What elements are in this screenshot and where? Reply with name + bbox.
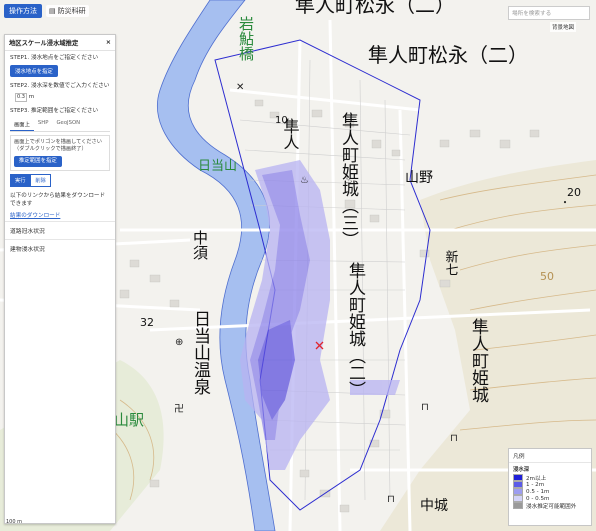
legend-item: 0.5 - 1m	[509, 488, 591, 495]
label-himeki2: 隼人町姫城（二）	[345, 262, 366, 398]
svg-text:卍: 卍	[174, 403, 184, 415]
panel-title: 地区スケール浸水域推定	[9, 40, 79, 47]
set-flood-point-button[interactable]: 浸水地点を指定	[10, 65, 58, 77]
legend-title: 凡例	[509, 449, 591, 463]
legend-caption: 浸水深	[513, 467, 530, 473]
label-shin: 新七	[443, 249, 459, 276]
svg-text:⊓: ⊓	[421, 402, 429, 413]
label-hitoyama: 日当山	[198, 159, 237, 174]
clear-button[interactable]: 削除	[30, 174, 51, 187]
range-tabs: 画面上 SHP GeoJSON	[10, 118, 110, 132]
legend-item: 1 - 2m	[509, 481, 591, 488]
background-map-button[interactable]: 背景地図	[550, 22, 577, 32]
label-yamano: 山野	[405, 170, 433, 186]
legend-item: 浸水推定可能範囲外	[509, 502, 591, 510]
mode-button[interactable]: 操作方法	[4, 4, 42, 18]
road-flood-section[interactable]: 道路冠水状況	[5, 221, 115, 239]
close-icon[interactable]: ×	[106, 39, 111, 46]
tab-shp[interactable]: SHP	[34, 118, 53, 131]
building-flood-section[interactable]: 建物浸水状況	[5, 239, 115, 257]
label-matsunaga-top: 隼人町松永（二）	[295, 0, 455, 17]
top-toolbar: 操作方法 ▤ 防災科研	[4, 4, 89, 18]
draw-instruction: 画面上でポリゴンを描画してください（ダブルクリックで描画終了）	[14, 139, 102, 152]
label-nakajo: 中城	[420, 498, 448, 514]
label-elev-10: 10	[275, 115, 288, 126]
svg-text:⊕: ⊕	[175, 337, 183, 348]
label-matsunaga: 隼人町松永（二）	[368, 43, 528, 67]
scale-bar: 100 m	[6, 519, 23, 525]
legend-item: 2m以上	[509, 474, 591, 482]
label-elev-50: 50	[540, 270, 554, 283]
exec-controls: 実行 削除	[10, 174, 110, 187]
depth-input[interactable]: 0.3	[15, 93, 27, 102]
exec-button[interactable]: 実行	[10, 174, 31, 187]
step2-label: STEP2. 浸水深を数値でご入力ください	[10, 83, 110, 89]
disaster-info-button[interactable]: ▤ 防災科研	[46, 5, 89, 17]
flood-estimation-panel: 地区スケール浸水域推定 × STEP1. 浸水地点をご指定ください 浸水地点を指…	[4, 34, 116, 524]
search-input[interactable]: 場所を検索する	[508, 6, 590, 20]
set-range-button[interactable]: 推定範囲を指定	[14, 156, 62, 167]
disaster-info-label: 防災科研	[57, 7, 86, 15]
download-hint: 以下のリンクから結果をダウンロードできます	[10, 193, 106, 207]
label-elev-32: 32	[140, 316, 154, 329]
tab-screen[interactable]: 画面上	[10, 118, 34, 131]
label-hitoyama-onsen: 日当山温泉	[190, 310, 211, 395]
depth-unit: m	[28, 94, 35, 100]
label-nakasu: 中須	[191, 230, 209, 260]
legend: 凡例 浸水深 2m以上 1 - 2m 0.5 - 1m 0 - 0.5m 浸水推…	[508, 448, 592, 526]
svg-text:⊓: ⊓	[450, 433, 458, 444]
layers-icon: ▤	[49, 7, 56, 15]
tab-geojson[interactable]: GeoJSON	[52, 118, 84, 131]
svg-text:✕: ✕	[236, 82, 244, 93]
label-elev-20: 20	[567, 186, 581, 199]
svg-text:⊓: ⊓	[387, 494, 395, 505]
label-bridge: 岩鮎橋	[237, 16, 255, 61]
step3-label: STEP3. 推定範囲をご指定ください	[10, 108, 99, 114]
svg-text:♨: ♨	[300, 175, 309, 186]
download-link[interactable]: 結果のダウンロード	[5, 209, 115, 221]
svg-text:・: ・	[560, 198, 570, 209]
label-himeki1: 隼人町姫城	[468, 318, 489, 403]
step1-label: STEP1. 浸水地点をご指定ください	[10, 55, 99, 61]
label-himeki3: 隼人町姫城（三）	[338, 112, 359, 248]
